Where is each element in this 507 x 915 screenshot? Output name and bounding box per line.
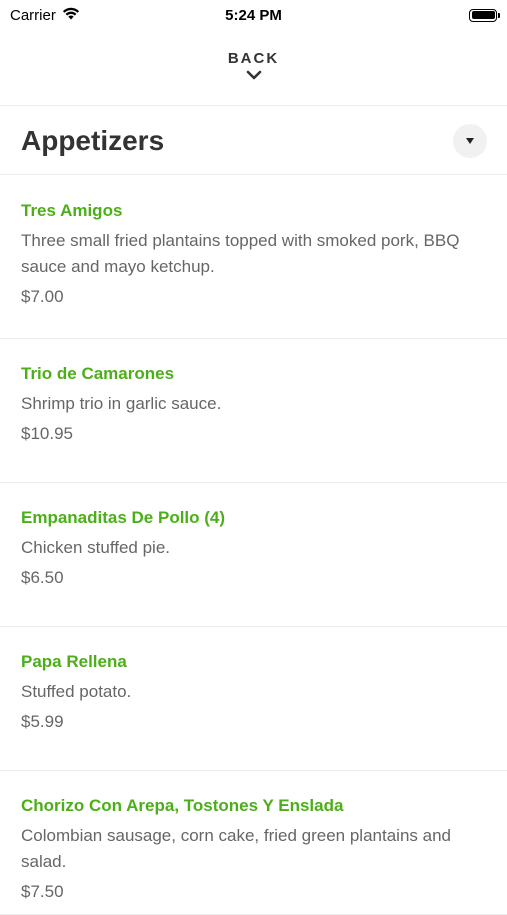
wifi-icon (62, 7, 80, 24)
menu-item-price: $6.50 (21, 568, 64, 587)
section-title: Appetizers (21, 124, 165, 156)
chevron-down-icon (246, 70, 261, 80)
menu-list: Tres Amigos Three small fried plantains … (0, 176, 507, 915)
status-bar: Carrier 5:24 PM (0, 0, 507, 30)
menu-item[interactable]: Papa Rellena Stuffed potato. $5.99 (0, 627, 507, 771)
menu-item-price: $10.95 (21, 424, 73, 443)
triangle-down-icon (466, 137, 474, 144)
menu-item-description: Stuffed potato. (21, 682, 132, 701)
menu-item-name: Tres Amigos (21, 201, 123, 220)
menu-item-name: Trio de Camarones (21, 364, 175, 383)
menu-item-name: Empanaditas De Pollo (4) (21, 508, 226, 527)
menu-item[interactable]: Tres Amigos Three small fried plantains … (0, 176, 507, 339)
menu-item-description: Chicken stuffed pie. (21, 538, 170, 557)
menu-item-price: $7.00 (21, 287, 64, 306)
section-header: Appetizers (0, 107, 507, 175)
menu-item-price: $7.50 (21, 882, 64, 901)
menu-item[interactable]: Chorizo Con Arepa, Tostones Y Enslada Co… (0, 771, 507, 915)
battery-icon (469, 8, 500, 22)
menu-item-name: Papa Rellena (21, 652, 127, 671)
menu-item-description: Shrimp trio in garlic sauce. (21, 394, 222, 413)
battery-fill (471, 11, 495, 19)
carrier-label: Carrier (10, 6, 56, 24)
status-left: Carrier (10, 7, 80, 24)
menu-item-name: Chorizo Con Arepa, Tostones Y Enslada (21, 796, 344, 815)
back-button[interactable]: BACK (0, 44, 507, 106)
menu-item[interactable]: Trio de Camarones Shrimp trio in garlic … (0, 339, 507, 483)
back-label: BACK (227, 50, 280, 67)
menu-item-description: Colombian sausage, corn cake, fried gree… (21, 826, 451, 871)
collapse-section-button[interactable] (453, 123, 487, 158)
menu-item-description: Three small fried plantains topped with … (21, 231, 460, 276)
menu-item-price: $5.99 (21, 712, 64, 731)
menu-item[interactable]: Empanaditas De Pollo (4) Chicken stuffed… (0, 483, 507, 627)
